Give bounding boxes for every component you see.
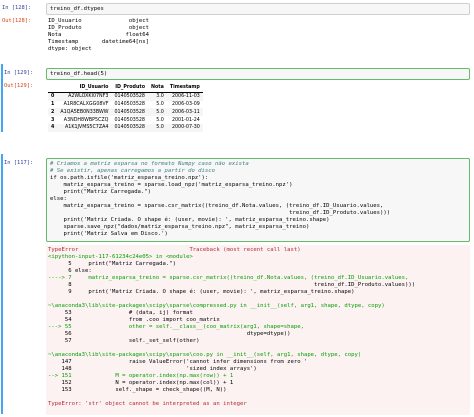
traceback-line: 9 print('Matriz Criada. O shape é: (user…	[48, 289, 355, 295]
table-cell: 5.0	[156, 109, 164, 115]
output-line: ID_Produto object	[48, 25, 150, 31]
traceback-line: 147 raise ValueError('cannot infer dimen…	[48, 359, 308, 365]
cell-128-out-prompt: Out[128]:	[2, 18, 32, 24]
table-header-cell: ID_Produto	[111, 84, 148, 93]
cell-128-in-prompt: In [128]:	[2, 5, 32, 11]
code-line: print('Matriz Salva em Disco.')	[50, 231, 168, 237]
code-line: # Se existir, apenas carregamos a partir…	[50, 168, 216, 174]
table-cell: 0140503528	[114, 109, 145, 115]
table-cell: 0140503528	[114, 125, 145, 131]
active-cell-indicator	[1, 64, 3, 132]
traceback-line: 57 self._set_self(other)	[48, 338, 200, 344]
table-header-cell: Timestamp	[166, 84, 203, 93]
table-cell: 2006-11-03	[171, 94, 200, 100]
traceback-line: 8 treino_df.ID_Produto.values)))	[48, 282, 416, 288]
output-line: dtype: object	[48, 46, 92, 52]
traceback-line: 56 dtype=dtype))	[48, 331, 291, 337]
code-line: matriz_esparsa_treino = sparse.csr_matri…	[50, 203, 384, 209]
table-cell: A2WLOXKI07NF3	[68, 94, 109, 100]
dataframe-table: ID_Usuario ID_Produto Nota Timestamp 0 A…	[48, 84, 203, 132]
table-cell: 2000-07-30	[171, 125, 200, 131]
cell-129-input[interactable]: treino_df.head(5)	[46, 68, 470, 80]
row-index: 0	[51, 94, 55, 100]
traceback-line: TypeError Traceback (most recent call la…	[48, 247, 301, 253]
active-cell-indicator	[1, 154, 3, 414]
cell-117-input[interactable]: # Criamos a matriz esparsa no formato Nu…	[46, 158, 470, 242]
code-line: else:	[50, 196, 67, 202]
traceback-line: TypeError: 'str' object cannot be interp…	[48, 401, 247, 407]
row-index: 2	[51, 109, 55, 115]
traceback-output: TypeError Traceback (most recent call la…	[46, 245, 470, 415]
traceback-line: --> 151 M = operator.index(np.max(row)) …	[48, 373, 234, 379]
traceback-line: 6 else:	[48, 268, 92, 274]
table-header-cell	[48, 84, 58, 93]
row-index: 3	[51, 117, 55, 123]
table-cell: 0140503528	[114, 94, 145, 100]
code-line: sparse.save_npz("dados/matriz_esparsa_tr…	[50, 224, 310, 230]
table-cell: A3NDH8WBP5CZQ	[63, 117, 109, 123]
row-index: 4	[51, 125, 55, 131]
table-row: 4 A1K1JVMS5C7ZA4 0140503528 5.0 2000-07-…	[48, 123, 203, 132]
table-cell: 5.0	[156, 117, 164, 123]
traceback-line: 54 from .coo import coo_matrix	[48, 317, 220, 323]
table-row: 3 A3NDH8WBP5CZQ 0140503528 5.0 2001-01-2…	[48, 116, 203, 124]
traceback-line: <ipython-input-117-61234c24e05> in <modu…	[48, 254, 193, 260]
table-row: 2 A1QA5EB0N33BWW 0140503528 5.0 2006-03-…	[48, 108, 203, 117]
table-cell: 2001-01-24	[171, 117, 200, 123]
output-line: ID_Usuario object	[48, 18, 150, 24]
table-cell: 0140503528	[114, 101, 145, 107]
table-row: 1 A1R8CALXGG08VF 0140503528 5.0 2006-03-…	[48, 101, 203, 109]
cell-129-in-prompt: In [129]:	[4, 70, 34, 76]
table-cell: 2006-03-11	[171, 109, 200, 115]
table-header-cell: ID_Usuario	[57, 84, 112, 93]
table-cell: 0140503528	[114, 117, 145, 123]
code-line: # Criamos a matriz esparsa no formato Nu…	[50, 161, 249, 167]
output-line: Timestamp datetime64[ns]	[48, 39, 150, 45]
cell-129-out-prompt: Out[129]:	[4, 83, 34, 89]
cell-129-code: treino_df.head(5)	[50, 71, 108, 77]
row-index: 1	[51, 101, 55, 107]
traceback-line: 53 # (data, ij) format	[48, 310, 193, 316]
traceback-line: ~\anaconda3\lib\site-packages\scipy\spar…	[48, 303, 385, 309]
code-line: matriz_esparsa_treino = sparse.load_npz(…	[50, 182, 293, 188]
table-cell: 5.0	[156, 125, 164, 131]
traceback-line: ~\anaconda3\lib\site-packages\scipy\spar…	[48, 352, 362, 358]
code-line: print("Matriz Carregada.")	[50, 189, 152, 195]
table-row: 0 A2WLOXKI07NF3 0140503528 3.0 2006-11-0…	[48, 92, 203, 101]
code-line: print('Matriz Criada. O shape é: (user, …	[50, 217, 330, 223]
traceback-line: ---> 55 other = self.__class__(coo_matri…	[48, 324, 304, 330]
table-header-row: ID_Usuario ID_Produto Nota Timestamp	[48, 84, 203, 93]
cell-128-input[interactable]: treino_df.dtypes	[46, 3, 470, 15]
table-cell: A1QA5EB0N33BWW	[60, 109, 109, 115]
cell-117-in-prompt: In [117]:	[4, 160, 34, 166]
traceback-line: ----> 7 matriz_esparsa_treino = sparse.c…	[48, 275, 409, 281]
traceback-line: 148 'sized index arrays')	[48, 366, 257, 372]
cell-128-code: treino_df.dtypes	[50, 6, 104, 12]
table-header-cell: Nota	[148, 84, 167, 93]
traceback-line: 153 self._shape = check_shape((M, N))	[48, 387, 227, 393]
output-line: Nota float64	[48, 32, 150, 38]
traceback-line: 152 N = operator.index(np.max(col)) + 1	[48, 380, 234, 386]
table-cell: 5.0	[156, 101, 164, 107]
table-cell: A1R8CALXGG08VF	[63, 101, 109, 107]
code-line: if os.path.isfile('matriz_esparsa_treino…	[50, 175, 209, 181]
table-cell: 3.0	[156, 94, 164, 100]
traceback-line: 5 print("Matriz Carregada.")	[48, 261, 176, 267]
table-cell: A1K1JVMS5C7ZA4	[64, 125, 109, 131]
code-line: treino_df.ID_Produto.values)))	[50, 210, 391, 216]
table-cell: 2006-03-09	[171, 101, 200, 107]
